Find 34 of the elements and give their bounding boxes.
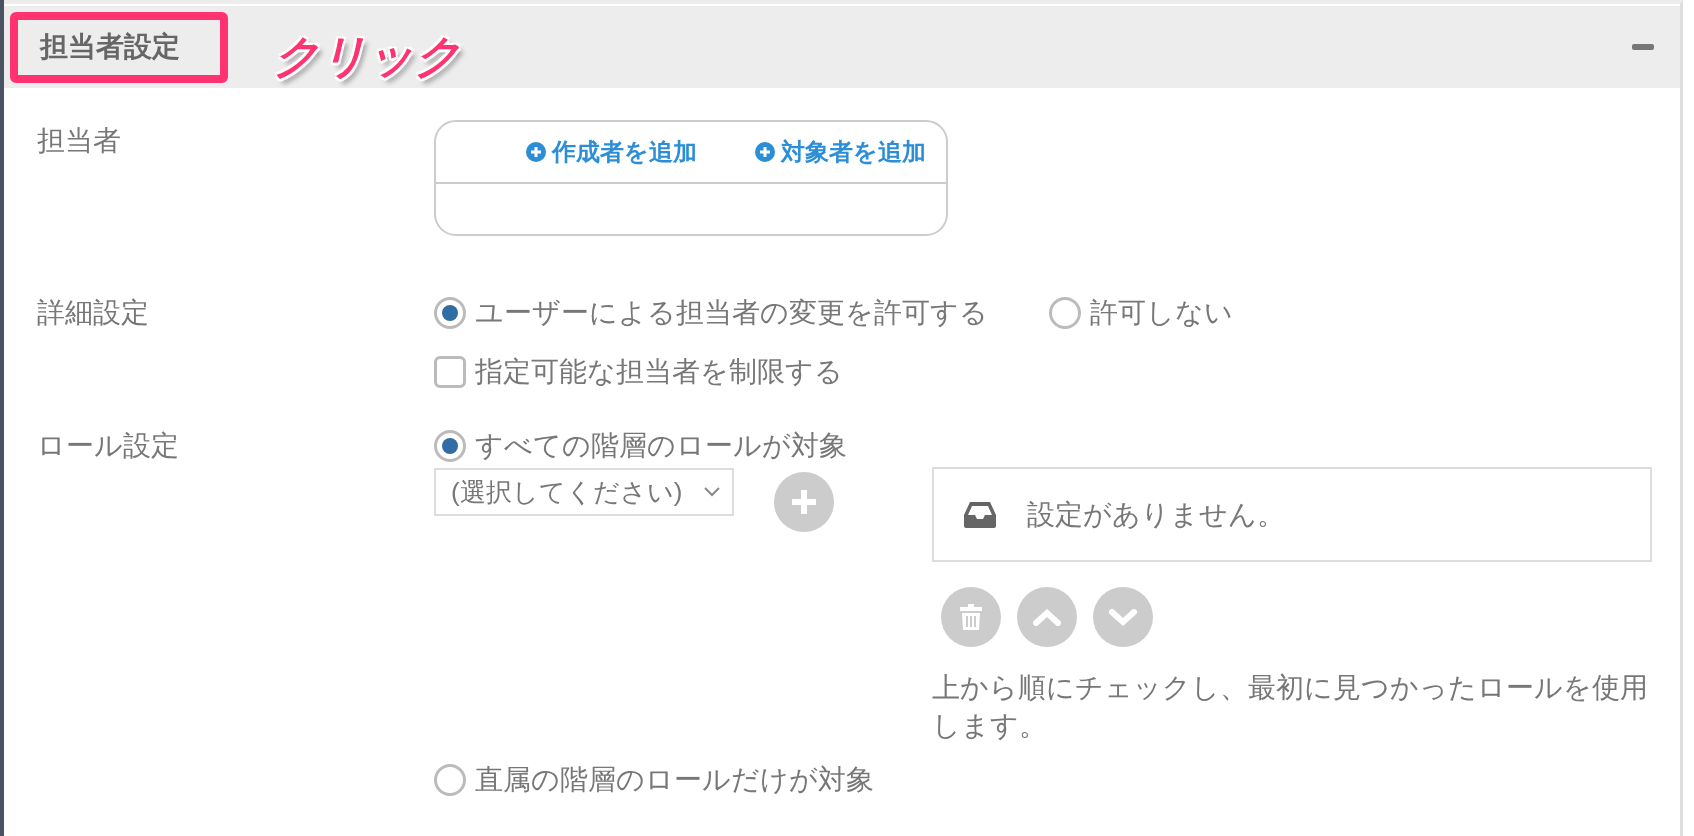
field-label: 詳細設定 <box>37 297 149 328</box>
inbox-icon <box>963 500 997 529</box>
empty-message: 設定がありません。 <box>1027 497 1285 532</box>
radio-button[interactable] <box>434 430 466 462</box>
move-up-button[interactable] <box>1017 587 1077 647</box>
chevron-down-icon <box>704 487 720 497</box>
chevron-down-icon <box>1109 608 1137 626</box>
radio-label[interactable]: 直属の階層のロールだけが対象 <box>475 760 874 800</box>
plus-icon <box>792 490 816 514</box>
radio-label[interactable]: 許可しない <box>1090 293 1233 333</box>
radio-button[interactable] <box>434 297 466 329</box>
section-header[interactable]: 担当者設定 クリック <box>4 6 1680 88</box>
role-select[interactable]: (選択してください) <box>434 468 734 516</box>
add-button[interactable] <box>774 472 834 532</box>
radio-button[interactable] <box>1049 297 1081 329</box>
add-link[interactable]: 作成者を追加 <box>526 137 697 167</box>
move-down-button[interactable] <box>1093 587 1153 647</box>
annotation-label: クリック <box>273 29 461 84</box>
radio-label[interactable]: すべての階層のロールが対象 <box>475 426 847 466</box>
plus-circle-icon <box>526 142 546 162</box>
delete-button[interactable] <box>941 587 1001 647</box>
help-text: 上から順にチェックし、最初に見つかったロールを使用します。 <box>932 671 1649 743</box>
checkbox[interactable] <box>434 356 466 388</box>
plus-circle-icon <box>755 142 775 162</box>
section-title[interactable]: 担当者設定 <box>40 29 180 65</box>
field-label: 担当者 <box>37 125 121 156</box>
checkbox-label[interactable]: 指定可能な担当者を制限する <box>475 352 843 392</box>
radio-button[interactable] <box>434 764 466 796</box>
minus-icon[interactable] <box>1632 44 1654 50</box>
add-link[interactable]: 対象者を追加 <box>755 137 926 167</box>
chevron-up-icon <box>1033 608 1061 626</box>
field-label: ロール設定 <box>37 430 179 461</box>
radio-label[interactable]: ユーザーによる担当者の変更を許可する <box>475 293 988 333</box>
trash-icon <box>960 604 982 630</box>
